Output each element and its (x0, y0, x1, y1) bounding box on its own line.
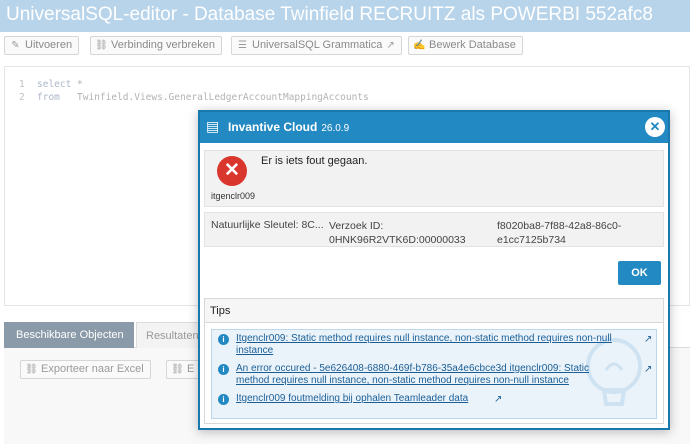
invantive-logo-icon: ▤ (206, 118, 220, 134)
error-message: Er is iets fout gegaan. (261, 155, 368, 167)
error-guid: f8020ba8-7f88-42a8-86c0-e1cc7125b734 (497, 220, 622, 246)
tip-link-3[interactable]: i Itgenclr009 foutmelding bij ophalen Te… (218, 393, 508, 405)
error-icon: ✕ (217, 156, 247, 186)
tips-list: i Itgenclr009: Static method requires nu… (211, 329, 657, 419)
natural-key: Natuurlijke Sleutel: 8C... (211, 219, 324, 231)
info-icon: i (218, 394, 229, 405)
tip-text: Itgenclr009: Static method requires null… (236, 333, 612, 356)
info-icon: i (218, 334, 229, 345)
modal-overlay: ▤ Invantive Cloud 26.0.9 ✕ ✕ itgenclr009 … (0, 0, 690, 444)
external-link-icon[interactable]: ↗ (644, 364, 652, 375)
request-id-value: 0HNK96R2VTK6D:00000033 (329, 234, 466, 246)
tip-text: An error occured - 5e626408-6880-469f-b7… (236, 363, 590, 386)
dialog-title: Invantive Cloud 26.0.9 (228, 120, 349, 134)
external-link-icon[interactable]: ↗ (494, 394, 502, 405)
error-box: ✕ itgenclr009 Er is iets fout gegaan. (204, 150, 664, 207)
external-link-icon[interactable]: ↗ (644, 334, 652, 345)
error-dialog: ▤ Invantive Cloud 26.0.9 ✕ ✕ itgenclr009 … (198, 110, 670, 430)
request-id-label: Verzoek ID: (329, 220, 384, 232)
tip-link-2[interactable]: i An error occured - 5e626408-6880-469f-… (218, 363, 618, 387)
info-icon: i (218, 364, 229, 375)
tips-panel: Tips i Itgenclr009: Static method requir… (204, 298, 664, 424)
tips-header: Tips (205, 299, 663, 323)
dialog-title-text: Invantive Cloud (228, 120, 318, 134)
ok-button[interactable]: OK (618, 261, 661, 285)
error-code: itgenclr009 (211, 191, 256, 201)
tip-link-1[interactable]: i Itgenclr009: Static method requires nu… (218, 333, 618, 357)
request-id: Verzoek ID: 0HNK96R2VTK6D:00000033 (329, 219, 466, 247)
dialog-header: ▤ Invantive Cloud 26.0.9 ✕ (200, 112, 668, 143)
close-icon[interactable]: ✕ (645, 117, 665, 137)
dialog-version: 26.0.9 (321, 123, 350, 134)
error-details: Natuurlijke Sleutel: 8C... Verzoek ID: 0… (204, 212, 664, 247)
tip-text: Itgenclr009 foutmelding bij ophalen Team… (236, 393, 469, 404)
